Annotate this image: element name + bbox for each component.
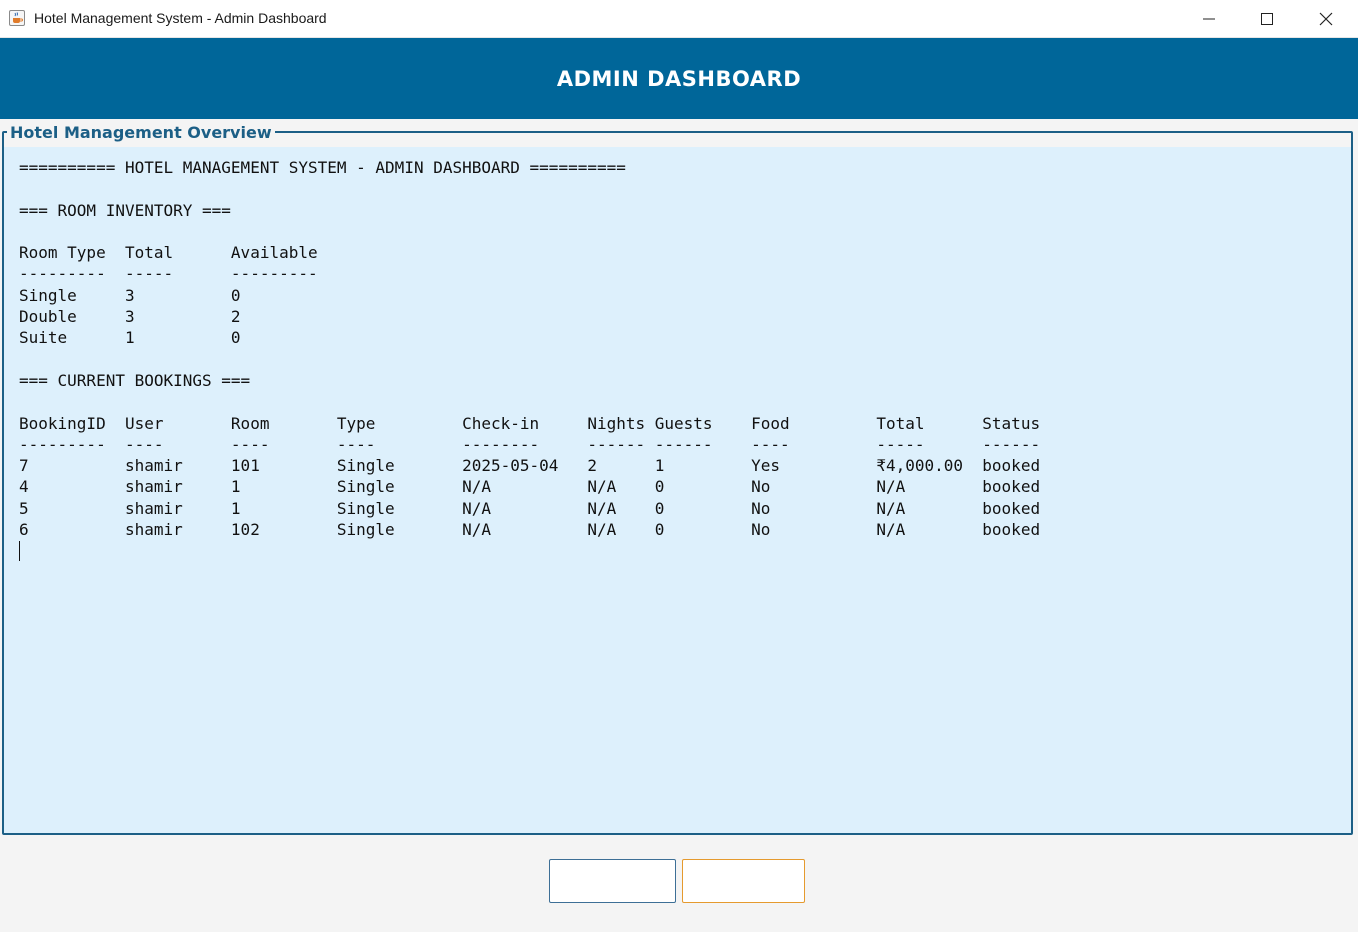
overview-text: ========== HOTEL MANAGEMENT SYSTEM - ADM… bbox=[19, 158, 1041, 540]
close-button[interactable] bbox=[1303, 0, 1349, 38]
header-title: ADMIN DASHBOARD bbox=[556, 66, 802, 91]
overview-text-area[interactable]: ========== HOTEL MANAGEMENT SYSTEM - ADM… bbox=[4, 147, 1351, 833]
dashboard-header: ADMIN DASHBOARD bbox=[0, 38, 1358, 119]
refresh-button[interactable] bbox=[549, 859, 676, 903]
logout-button[interactable] bbox=[682, 859, 805, 903]
window-title: Hotel Management System - Admin Dashboar… bbox=[34, 10, 327, 26]
java-cup-icon bbox=[9, 10, 25, 26]
window-titlebar: Hotel Management System - Admin Dashboar… bbox=[0, 0, 1358, 38]
maximize-icon bbox=[1261, 13, 1273, 25]
close-icon bbox=[1319, 12, 1333, 26]
overview-panel-title: Hotel Management Overview bbox=[7, 123, 275, 143]
minimize-icon bbox=[1203, 13, 1215, 25]
text-caret bbox=[19, 541, 20, 561]
minimize-button[interactable] bbox=[1186, 0, 1232, 38]
maximize-button[interactable] bbox=[1244, 0, 1290, 38]
